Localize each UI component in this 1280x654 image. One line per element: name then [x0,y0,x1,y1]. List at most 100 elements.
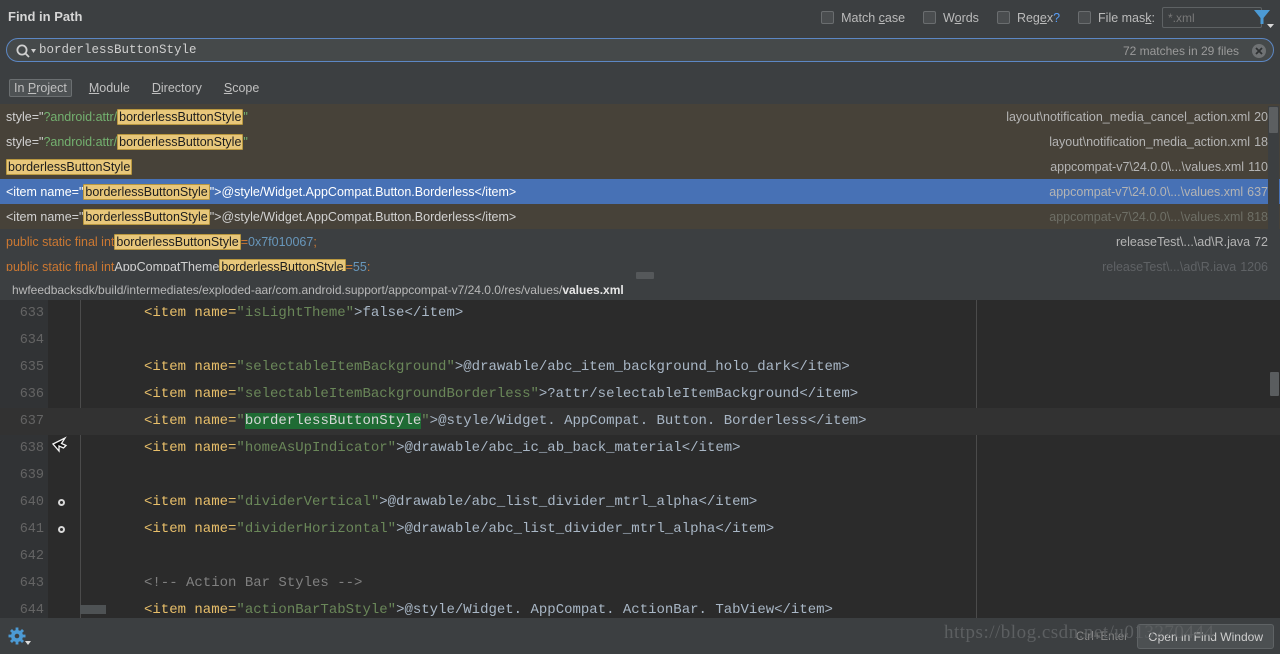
result-line-number: 110 [1248,159,1268,174]
results-vertical-scroll-thumb[interactable] [1269,107,1278,133]
code-line-number: 640 [19,495,44,510]
result-row-location: releaseTest\...\ad\R.java 1206 [1102,254,1268,273]
result-row-location: layout\notification_media_action.xml 18 [1049,129,1268,154]
result-row-snippet: public static final int borderlessButton… [6,229,317,254]
code-line-text: <item name="borderlessButtonStyle">@styl… [144,408,867,435]
file-mask-input[interactable]: *.xml [1162,7,1262,28]
code-line-text: <item name="selectableItemBackgroundBord… [144,381,858,408]
code-token: >false</item> [354,305,464,321]
code-folding-marker[interactable] [80,605,106,614]
code-line[interactable]: 637 <item name="borderlessButtonStyle">@s… [0,408,1280,435]
file-path-text: hwfeedbacksdk/build/intermediates/explod… [12,283,624,297]
code-preview-pane[interactable]: 633 <item name="isLightTheme">false</item… [0,300,1280,618]
match-highlight: borderlessButtonStyle [83,208,210,225]
regex-label: Regex? [1016,10,1061,25]
code-line[interactable]: 635 <item name="selectableItemBackground"… [0,354,1280,381]
result-row[interactable]: public static final int borderlessButton… [0,229,1280,254]
result-line-number: 818 [1247,209,1268,224]
code-line-number: 643 [19,576,44,591]
code-line[interactable]: 643 <!-- Action Bar Styles --> [0,570,1280,597]
code-line[interactable]: 641 <item name="dividerHorizontal">@drawa… [0,516,1280,543]
code-token: <item name= [144,305,237,321]
code-token: <item name= [144,440,237,456]
code-vertical-scroll-thumb[interactable] [1270,372,1279,396]
code-line[interactable]: 636 <item name="selectableItemBackgroundB… [0,381,1280,408]
match-case-checkbox[interactable] [821,11,835,24]
result-row[interactable]: public static final int AppCompatTheme b… [0,254,1280,272]
file-mask-checkbox[interactable] [1078,11,1092,24]
snippet-text: <item name=" [6,209,84,224]
words-checkbox[interactable] [923,11,937,24]
snippet-text: <item name=" [6,184,84,199]
result-row-snippet: style=" ?android:attr/borderlessButtonSty… [6,129,248,154]
code-line[interactable]: 644 <item name="actionBarTabStyle">@style… [0,597,1280,618]
result-row-location: appcompat-v7\24.0.0\...\values.xml 637 [1049,179,1268,204]
code-token: <item name= [144,521,237,537]
regex-checkbox[interactable] [996,11,1010,24]
code-token: "homeAsUpIndicator" [236,440,397,456]
file-mask-label: File mask: [1098,10,1155,25]
code-line-text: <item name="selectableItemBackground">@d… [144,354,850,381]
match-highlight: borderlessButtonStyle [117,108,244,125]
snippet-text: ?android:attr/ [43,109,118,124]
result-row[interactable]: <item name=" borderlessButtonStyle ">@styl… [0,204,1280,229]
snippet-text: public static final int [6,234,115,249]
code-token: <item name= [144,602,237,618]
code-line[interactable]: 642 [0,543,1280,570]
result-line-number: 72 [1254,234,1268,249]
result-row-snippet: <item name=" borderlessButtonStyle ">@styl… [6,179,516,204]
result-row-snippet: <item name=" borderlessButtonStyle ">@styl… [6,204,516,229]
code-line-number: 637 [19,414,44,429]
code-line-number: 641 [19,522,44,537]
scope-tab-directory[interactable]: Directory [147,79,207,97]
code-line[interactable]: 638 <item name="homeAsUpIndicator">@drawa… [0,435,1280,462]
results-horizontal-scroll-thumb[interactable] [636,272,654,279]
result-row[interactable]: <item name=" borderlessButtonStyle ">@styl… [0,179,1280,204]
code-line[interactable]: 634 [0,327,1280,354]
result-row-location: releaseTest\...\ad\R.java 72 [1116,229,1268,254]
code-token: >@drawable/abc_ic_ab_back_material</item… [396,440,741,456]
mouse-cursor-icon [52,436,68,453]
result-row[interactable]: style=" ?android:attr/borderlessButtonSty… [0,129,1280,154]
search-results-list[interactable]: style=" ?android:attr/borderlessButtonSty… [0,104,1280,272]
search-input[interactable]: borderlessButtonStyle [39,43,197,57]
regex-option[interactable]: Regex? [996,10,1061,25]
scope-tab-module[interactable]: Module [84,79,135,97]
code-line-text: <!-- Action Bar Styles --> [144,570,362,597]
match-highlight: borderlessButtonStyle [6,158,133,175]
result-row[interactable]: borderlessButtonStyle appcompat-v7\24.0.0… [0,154,1280,179]
result-file-path: appcompat-v7\24.0.0\...\values.xml [1049,209,1244,224]
words-option[interactable]: Words [923,11,979,25]
code-token: "dividerVertical" [236,494,380,510]
code-token: "dividerHorizontal" [236,521,397,537]
regex-help-icon[interactable]: ? [1053,11,1060,25]
code-token: <item name= [144,494,237,510]
scope-tab-scope[interactable]: Scope [219,79,264,97]
code-line[interactable]: 639 [0,462,1280,489]
code-token: >?attr/selectableItemBackground</item> [538,386,859,402]
filter-funnel-icon[interactable] [1250,6,1276,30]
code-token: " [421,413,430,429]
search-magnifier-icon[interactable] [15,43,37,59]
snippet-text: " [243,134,248,149]
result-line-number: 18 [1254,134,1268,149]
match-case-option[interactable]: Match case [821,11,905,25]
search-field-container[interactable]: borderlessButtonStyle 72 matches in 29 f… [6,38,1274,62]
code-line[interactable]: 633 <item name="isLightTheme">false</item… [0,300,1280,327]
gutter-marker-icon[interactable] [58,526,65,533]
code-line-number: 638 [19,441,44,456]
snippet-text: ">@style/Widget.AppCompat.Button.Borderl… [209,209,517,224]
gear-icon[interactable] [8,627,32,647]
results-horizontal-scrollbar[interactable] [0,271,1269,280]
code-line-number: 639 [19,468,44,483]
gutter-marker-icon[interactable] [58,499,65,506]
file-mask-option[interactable]: File mask: *.xml [1078,7,1262,28]
file-path-breadcrumb: hwfeedbacksdk/build/intermediates/explod… [0,280,1280,300]
scope-tab-in-project[interactable]: In Project [9,79,72,97]
result-row[interactable]: style=" ?android:attr/borderlessButtonSty… [0,104,1280,129]
result-row-location: layout\notification_media_cancel_action.… [1006,104,1268,129]
code-token: >@style/Widget. AppCompat. Button. Borde… [429,413,867,429]
clear-icon[interactable] [1251,43,1267,59]
code-token: "actionBarTabStyle" [236,602,397,618]
code-line[interactable]: 640 <item name="dividerVertical">@drawabl… [0,489,1280,516]
